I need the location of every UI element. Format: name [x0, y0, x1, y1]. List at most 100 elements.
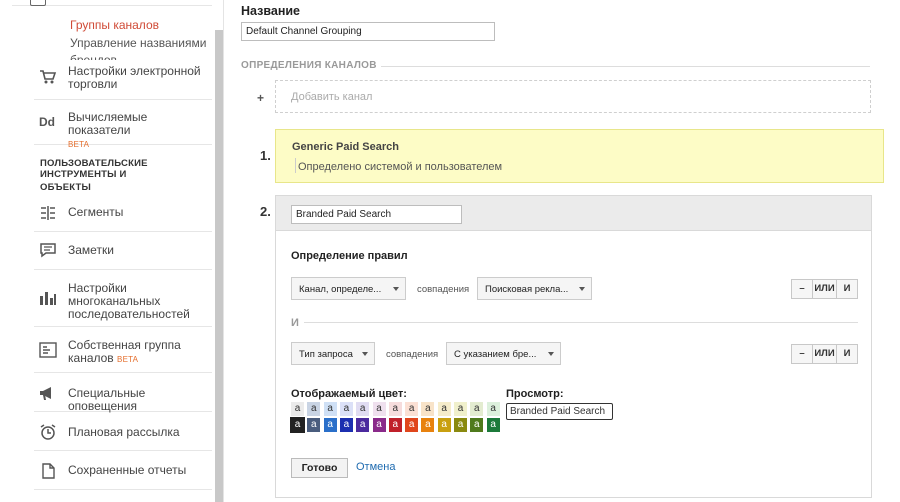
- sidebar-item-segments[interactable]: Сегменты: [34, 196, 212, 232]
- sidebar-item-scheduled-emails[interactable]: Плановая рассылка: [34, 412, 212, 451]
- sidebar-scrollbar[interactable]: [215, 30, 223, 502]
- or-condition-button[interactable]: ИЛИ: [812, 279, 837, 299]
- sidebar-subitem-channel-groups[interactable]: Группы каналов: [70, 19, 159, 32]
- sidebar-item-label-cont: торговли: [68, 77, 118, 91]
- select-value: Канал, определе...: [299, 284, 382, 295]
- sidebar-section-title-cont: ОБЪЕКТЫ: [40, 182, 91, 193]
- select-value: Тип запроса: [299, 349, 353, 360]
- color-swatch[interactable]: a: [454, 418, 467, 432]
- sidebar-item-calculated-metrics[interactable]: Dd Вычисляемые показатели BETA: [34, 100, 212, 149]
- color-swatch[interactable]: a: [486, 418, 500, 432]
- rule-value-select[interactable]: Поисковая рекла...: [477, 277, 592, 300]
- color-swatch[interactable]: a: [339, 402, 353, 416]
- segments-icon: [41, 206, 55, 220]
- color-swatch[interactable]: a: [356, 418, 370, 432]
- color-swatch[interactable]: a: [454, 402, 467, 416]
- header-divider: [381, 66, 870, 67]
- channel-editor-branded-paid-search: Определение правил Канал, определе... со…: [275, 195, 872, 498]
- sidebar-item-multichannel[interactable]: Настройки многоканальных последовательно…: [34, 270, 212, 327]
- color-swatch[interactable]: a: [437, 418, 451, 432]
- chevron-down-icon: [362, 352, 368, 356]
- name-label: Название: [241, 4, 301, 18]
- sidebar-item-label: Сегменты: [68, 205, 124, 219]
- channel-grouping-editor: Название ОПРЕДЕЛЕНИЯ КАНАЛОВ + Добавить …: [224, 0, 900, 502]
- sidebar-item-label: Сохраненные отчеты: [68, 463, 187, 477]
- sidebar-item-label: Вычисляемые показатели: [68, 110, 148, 137]
- sidebar-item-saved-reports[interactable]: Сохраненные отчеты: [34, 451, 212, 490]
- sidebar-subitem-label: Управление названиями: [70, 36, 207, 50]
- color-swatch[interactable]: a: [405, 402, 419, 416]
- color-swatch[interactable]: a: [307, 418, 321, 432]
- color-swatch[interactable]: a: [388, 402, 402, 416]
- sidebar-item-ecommerce[interactable]: Настройки электронной торговли: [34, 55, 212, 100]
- sidebar-item-label: Заметки: [68, 243, 114, 257]
- color-swatch[interactable]: a: [356, 402, 370, 416]
- sidebar-item-label: Настройки: [68, 281, 127, 295]
- channel-name-input[interactable]: [291, 205, 462, 224]
- channel-description: Определено системой и пользователем: [298, 161, 503, 173]
- channel-name: Generic Paid Search: [292, 141, 399, 153]
- sidebar-section-title: ПОЛЬЗОВАТЕЛЬСКИЕ ИНСТРУМЕНТЫ И: [40, 158, 148, 180]
- sidebar-item-notes[interactable]: Заметки: [34, 232, 212, 270]
- channel-definitions-header: ОПРЕДЕЛЕНИЯ КАНАЛОВ: [241, 60, 377, 71]
- and-condition-button[interactable]: И: [836, 279, 858, 299]
- color-swatch[interactable]: a: [421, 418, 435, 432]
- channel-row-generic-paid-search[interactable]: Generic Paid Search Определено системой …: [275, 129, 884, 183]
- color-swatch[interactable]: a: [486, 402, 500, 416]
- color-swatch[interactable]: a: [470, 402, 484, 416]
- chevron-down-icon: [579, 287, 585, 291]
- add-channel-label: Добавить канал: [291, 91, 373, 103]
- sidebar-item-label-cont: каналов: [68, 351, 114, 365]
- color-swatch[interactable]: a: [307, 402, 321, 416]
- channel-number: 1.: [260, 148, 271, 163]
- color-swatch[interactable]: a: [323, 402, 337, 416]
- remove-rule-button[interactable]: –: [791, 279, 813, 299]
- sidebar-item-custom-channel-group[interactable]: Собственная группа каналов BETA: [34, 327, 212, 373]
- channel-group-icon: [39, 342, 57, 358]
- sidebar-item-label: Плановая рассылка: [68, 425, 180, 439]
- grouping-name-input[interactable]: [241, 22, 495, 41]
- match-label: совпадения: [386, 349, 439, 360]
- chevron-down-icon: [548, 352, 554, 356]
- color-swatch[interactable]: a: [372, 418, 386, 432]
- beta-badge: BETA: [117, 355, 139, 364]
- rule-dimension-select[interactable]: Канал, определе...: [291, 277, 406, 300]
- sidebar: Группы каналов Управление названиями бре…: [0, 0, 224, 502]
- color-swatch[interactable]: a: [437, 402, 451, 416]
- color-swatch[interactable]: a: [470, 418, 484, 432]
- select-value: С указанием бре...: [454, 349, 537, 360]
- color-swatch[interactable]: a: [323, 418, 337, 432]
- remove-rule-button[interactable]: –: [791, 344, 813, 364]
- sidebar-item-label-cont: последовательностей: [68, 307, 190, 321]
- cart-icon: [40, 70, 57, 84]
- document-icon: [42, 463, 55, 479]
- and-separator-label: И: [291, 317, 299, 329]
- color-swatch[interactable]: a: [405, 418, 419, 432]
- rule-value-select[interactable]: С указанием бре...: [446, 342, 561, 365]
- sidebar-item-label-cont: многоканальных: [68, 294, 161, 308]
- alarm-clock-icon: [40, 424, 56, 440]
- color-swatch[interactable]: a: [388, 418, 402, 432]
- sidebar-item-label: Собственная группа: [68, 338, 181, 352]
- channel-preview-label: Branded Paid Search: [506, 403, 613, 420]
- color-swatch[interactable]: a: [290, 417, 305, 433]
- display-color-title: Отображаемый цвет:: [291, 388, 407, 400]
- select-value: Поисковая рекла...: [485, 284, 569, 295]
- or-condition-button[interactable]: ИЛИ: [812, 344, 837, 364]
- admin-icon: [30, 0, 46, 6]
- rule-dimension-select[interactable]: Тип запроса: [291, 342, 375, 365]
- and-separator-line: [304, 322, 858, 323]
- color-swatch[interactable]: a: [372, 402, 386, 416]
- dd-icon: Dd: [39, 115, 55, 129]
- match-label: совпадения: [417, 284, 470, 295]
- bar-chart-icon: [40, 292, 56, 305]
- done-button[interactable]: Готово: [291, 458, 348, 478]
- sidebar-item-label: Специальные оповещения: [68, 386, 146, 413]
- color-swatch[interactable]: a: [421, 402, 435, 416]
- cancel-link[interactable]: Отмена: [356, 461, 395, 473]
- and-condition-button[interactable]: И: [836, 344, 858, 364]
- color-swatch[interactable]: a: [339, 418, 353, 432]
- description-divider: [295, 158, 296, 173]
- color-swatch[interactable]: a: [291, 402, 304, 416]
- sidebar-item-custom-alerts[interactable]: Специальные оповещения: [34, 373, 212, 413]
